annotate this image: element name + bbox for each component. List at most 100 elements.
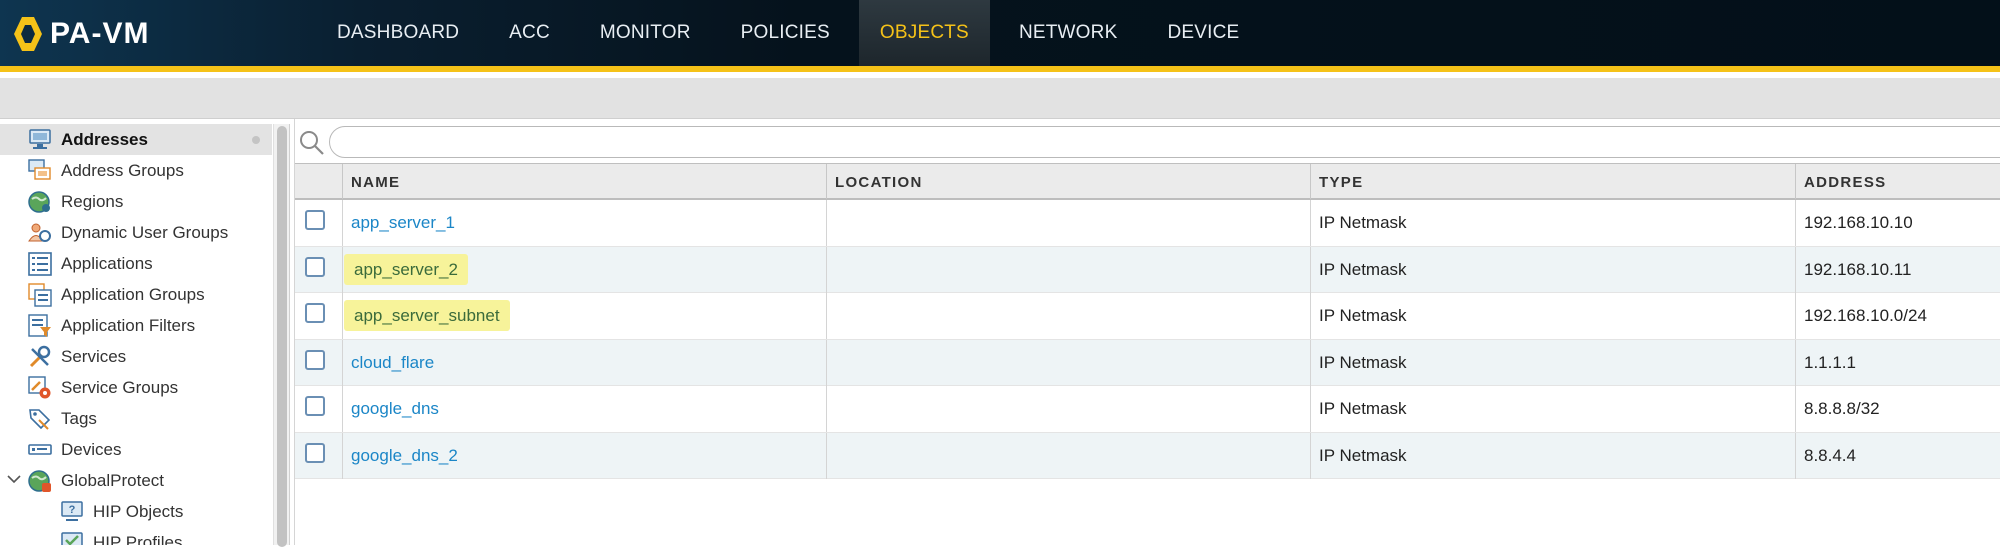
sidebar-item-globalprotect[interactable]: GlobalProtect [0, 465, 272, 496]
sidebar-item-applications[interactable]: Applications [0, 248, 272, 279]
sidebar-item-label: Services [61, 347, 127, 366]
app-title: PA-VM [50, 17, 150, 50]
row-checkbox[interactable] [305, 349, 325, 370]
logo: PA-VM [12, 14, 149, 54]
table-header: NAME LOCATION TYPE ADDRESS [295, 163, 2000, 200]
address-name-link[interactable]: google_dns [351, 399, 439, 418]
column-header-type[interactable]: TYPE [1310, 164, 1795, 199]
address-name-link[interactable]: app_server_1 [351, 213, 455, 232]
row-checkbox[interactable] [305, 442, 325, 463]
tab-acc[interactable]: ACC [488, 0, 571, 66]
sidebar-item-hip-profiles[interactable]: HIP Profiles [0, 527, 272, 545]
main-nav: DASHBOARD ACC MONITOR POLICIES OBJECTS N… [316, 0, 1268, 72]
address-type: IP Netmask [1310, 339, 1795, 386]
application-groups-icon [28, 283, 52, 307]
sidebar-item-tags[interactable]: Tags [0, 403, 272, 434]
main-panel: NAME LOCATION TYPE ADDRESS app_server_1 … [294, 119, 2000, 545]
address-name-link[interactable]: app_server_2 [344, 253, 468, 285]
applications-icon [28, 252, 52, 276]
column-header-address[interactable]: ADDRESS [1795, 164, 2000, 199]
sidebar-scrollbar[interactable] [273, 124, 290, 547]
table-row[interactable]: app_server_subnet IP Netmask 192.168.10.… [295, 293, 2000, 340]
addresses-icon [29, 129, 51, 149]
table-row[interactable]: app_server_2 IP Netmask 192.168.10.11 [295, 246, 2000, 293]
row-checkbox[interactable] [305, 396, 325, 416]
address-name-link[interactable]: cloud_flare [351, 353, 434, 372]
address-location [826, 293, 1310, 339]
column-header-name[interactable]: NAME [342, 164, 826, 199]
sidebar-item-service-groups[interactable]: Service Groups [0, 372, 272, 403]
sidebar-item-addresses[interactable]: Addresses [0, 124, 272, 155]
row-checkbox[interactable] [305, 210, 325, 230]
address-value: 192.168.10.11 [1795, 246, 2000, 293]
table-row[interactable]: google_dns IP Netmask 8.8.8.8/32 [295, 386, 2000, 433]
svg-text:?: ? [69, 504, 76, 516]
search-icon [300, 131, 324, 155]
address-type: IP Netmask [1310, 432, 1795, 479]
sidebar-item-application-filters[interactable]: Application Filters [0, 310, 272, 341]
chevron-down-icon[interactable] [6, 471, 22, 487]
scrollbar-thumb[interactable] [277, 126, 287, 547]
address-location [826, 246, 1310, 293]
search-input[interactable] [329, 126, 2000, 158]
address-name-link[interactable]: app_server_subnet [344, 300, 510, 331]
sidebar-item-label: Application Filters [61, 316, 196, 335]
sidebar-item-devices[interactable]: Devices [0, 434, 272, 465]
address-type: IP Netmask [1310, 246, 1795, 293]
hip-objects-icon: ? [61, 501, 83, 521]
devices-icon [28, 444, 52, 455]
sidebar-item-label: Application Groups [61, 285, 205, 304]
sidebar-item-label: Tags [61, 409, 97, 428]
tab-objects[interactable]: OBJECTS [858, 0, 990, 66]
address-value: 192.168.10.0/24 [1795, 293, 2000, 339]
select-all-column [295, 164, 342, 199]
services-tools-icon [29, 345, 51, 368]
pa-logo-icon [14, 17, 42, 51]
dynamic-user-groups-icon [28, 223, 51, 242]
sidebar-item-application-groups[interactable]: Application Groups [0, 279, 272, 310]
top-header: PA-VM DASHBOARD ACC MONITOR POLICIES OBJ… [0, 0, 2000, 72]
address-type: IP Netmask [1310, 200, 1795, 246]
address-value: 8.8.4.4 [1795, 432, 2000, 479]
service-groups-icon [28, 376, 51, 399]
address-type: IP Netmask [1310, 293, 1795, 339]
sidebar-item-label: Service Groups [61, 378, 179, 397]
sidebar-item-label: Addresses [61, 130, 148, 149]
sidebar-item-label: Devices [61, 440, 122, 459]
sidebar: Addresses Address Groups Regions Dynamic… [0, 124, 272, 545]
address-value: 192.168.10.10 [1795, 200, 2000, 246]
sidebar-item-label: Applications [61, 254, 153, 273]
sidebar-item-services[interactable]: Services [0, 341, 272, 372]
table-row[interactable]: cloud_flare IP Netmask 1.1.1.1 [295, 339, 2000, 386]
sidebar-item-regions[interactable]: Regions [0, 186, 272, 217]
address-location [826, 432, 1310, 479]
tab-dashboard[interactable]: DASHBOARD [316, 0, 480, 66]
sidebar-item-label: Address Groups [61, 161, 184, 180]
tab-monitor[interactable]: MONITOR [579, 0, 712, 66]
row-checkbox[interactable] [305, 303, 325, 323]
active-dot-icon [252, 136, 260, 144]
sidebar-item-label: Regions [61, 192, 124, 211]
tab-device[interactable]: DEVICE [1146, 0, 1260, 66]
column-header-location[interactable]: LOCATION [826, 164, 1310, 199]
tab-policies[interactable]: POLICIES [720, 0, 851, 66]
tags-icon [29, 409, 51, 430]
address-location [826, 200, 1310, 246]
address-name-link[interactable]: google_dns_2 [351, 446, 458, 465]
sidebar-item-label: Dynamic User Groups [61, 223, 229, 242]
row-checkbox[interactable] [305, 256, 325, 277]
sidebar-item-hip-objects[interactable]: ? HIP Objects [0, 496, 272, 527]
globalprotect-icon [28, 470, 51, 492]
table-row[interactable]: app_server_1 IP Netmask 192.168.10.10 [295, 200, 2000, 247]
address-location [826, 339, 1310, 386]
sidebar-item-label: HIP Objects [93, 502, 184, 521]
tab-network[interactable]: NETWORK [998, 0, 1139, 66]
sidebar-item-address-groups[interactable]: Address Groups [0, 155, 272, 186]
table-row[interactable]: google_dns_2 IP Netmask 8.8.4.4 [295, 432, 2000, 479]
header-accent-stripe [0, 66, 2000, 72]
regions-globe-icon [28, 191, 50, 213]
sidebar-item-label: HIP Profiles [93, 533, 183, 545]
sidebar-item-dynamic-user-groups[interactable]: Dynamic User Groups [0, 217, 272, 248]
address-groups-icon [28, 159, 51, 180]
address-location [826, 386, 1310, 432]
